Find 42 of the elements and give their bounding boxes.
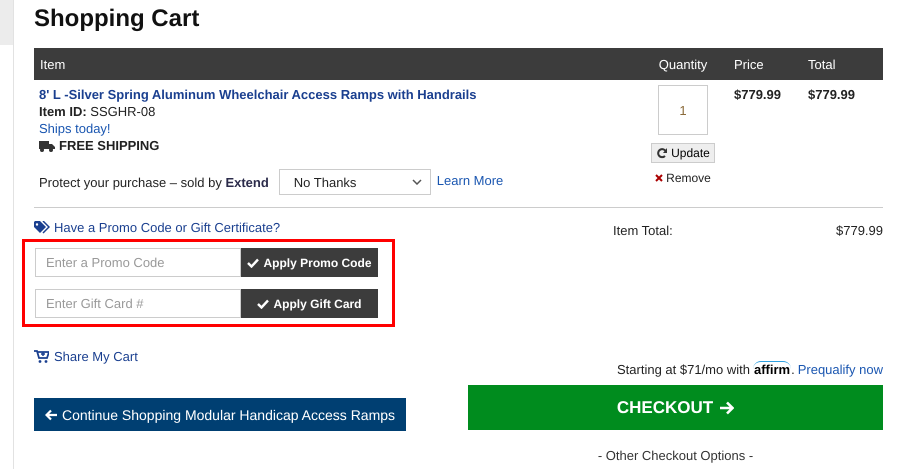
truck-icon	[39, 140, 55, 152]
financing-period: .	[791, 362, 795, 377]
code-field[interactable]: Enter Gift Card #	[35, 289, 241, 318]
item-total-label: Item Total:	[613, 223, 673, 238]
other-checkout-options[interactable]: - Other Checkout Options -	[468, 448, 883, 463]
code-field[interactable]: Enter a Promo Code	[35, 248, 241, 277]
protection-text: Protect your purchase – sold by Extend	[39, 174, 269, 190]
continue-shopping-button[interactable]: Continue Shopping Modular Handicap Access Ramps	[34, 398, 406, 431]
arrow-right-icon	[719, 400, 734, 414]
checkout-button[interactable]: CHECKOUT	[468, 385, 883, 430]
column-header: Price	[733, 56, 765, 72]
protection-select[interactable]: No Thanks	[278, 169, 431, 195]
prequalify-link[interactable]: Prequalify now	[798, 362, 883, 377]
refresh-icon	[656, 147, 668, 159]
quantity-field[interactable]: 1	[658, 85, 708, 135]
column-header: Quantity	[658, 56, 708, 72]
arrow-left-icon	[44, 408, 58, 420]
remove-link[interactable]: Remove	[655, 171, 711, 185]
column-header: Item	[39, 56, 66, 72]
close-icon	[655, 174, 664, 182]
column-header: Total	[807, 56, 836, 72]
product-link[interactable]: 8' L -Silver Spring Aluminum Wheelchair Access Ramps with Handrails	[39, 87, 634, 102]
page-title: Shopping Cart	[34, 5, 200, 34]
price-cell-text: $779.99	[733, 86, 782, 104]
total-cell-text: $779.99	[807, 86, 856, 104]
item-id: Item ID: SSGHR-08	[39, 104, 156, 119]
financing-text: Starting at $71/mo with	[617, 362, 750, 377]
cart-icon	[34, 350, 49, 363]
tags-icon	[34, 221, 50, 234]
apply-button[interactable]: Apply Promo Code	[241, 248, 378, 277]
item-total-value: $779.99	[836, 223, 883, 238]
apply-button[interactable]: Apply Gift Card	[241, 289, 378, 318]
promo-link[interactable]: Have a Promo Code or Gift Certificate?	[54, 220, 280, 235]
availability-text: Ships today!	[39, 121, 112, 136]
update-button[interactable]: Update	[651, 143, 715, 163]
chevron-down-icon	[412, 179, 422, 185]
affirm-logo: affirm	[752, 361, 792, 377]
check-icon	[257, 298, 270, 308]
shipping-label: FREE SHIPPING	[59, 138, 160, 153]
check-icon	[247, 258, 260, 268]
learn-more-link[interactable]: Learn More	[436, 172, 504, 188]
share-cart-link[interactable]: Share My Cart	[54, 349, 138, 364]
